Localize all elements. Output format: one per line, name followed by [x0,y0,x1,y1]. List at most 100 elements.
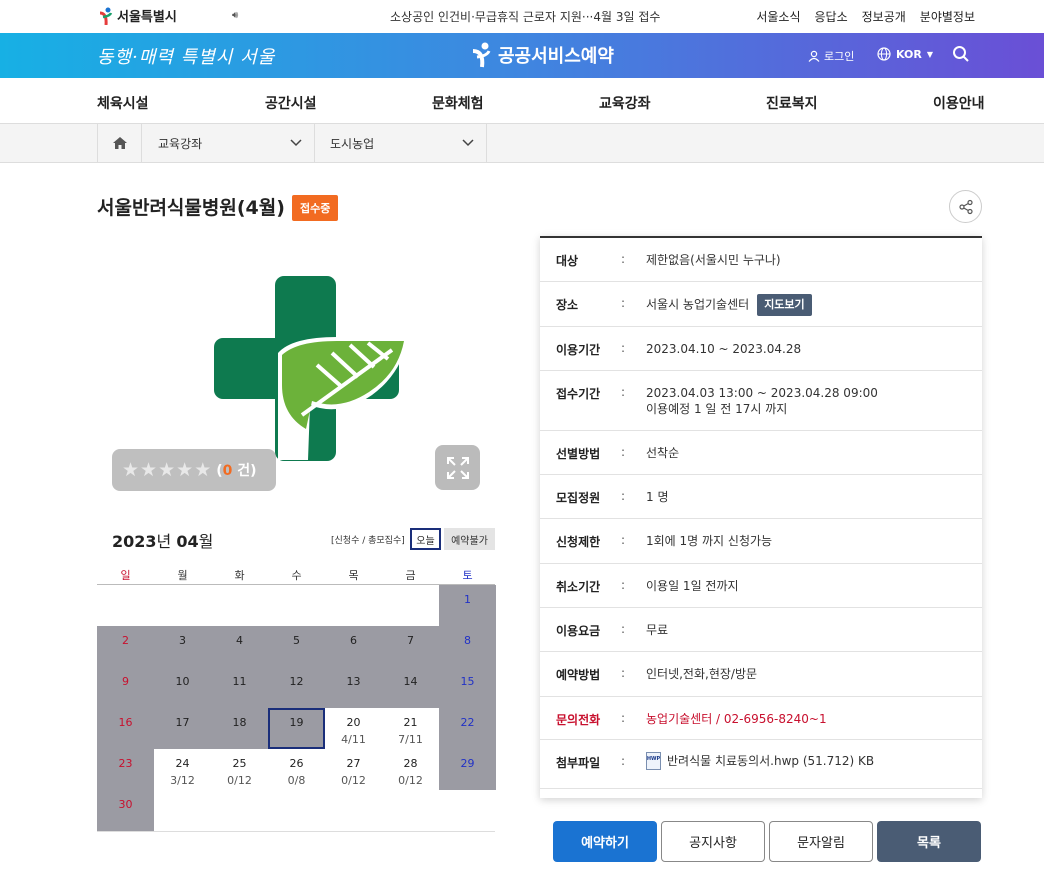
info-row-value: 이용일 1일 전까지 [646,578,739,594]
info-row-value-text: 반려식물 치료동의서.hwp (51.712) KB [667,754,875,768]
calendar-day-cell[interactable]: 25 0/12 [211,749,268,790]
link-info-disclosure[interactable]: 정보공개 [862,8,906,25]
calendar-day-cell: 13 [325,667,382,708]
calendar-day-number: 12 [289,675,304,688]
info-row-label: 접수기간 [556,387,601,401]
info-row-value-text: 이용일 1일 전까지 [646,579,739,593]
calendar-day-cell[interactable]: 26 0/8 [268,749,325,790]
calendar-day-number: 10 [175,675,190,688]
calendar-day-cell: 18 [211,708,268,749]
nav-space[interactable]: 공간시설 [265,93,317,113]
info-row-label: 이용기간 [556,343,601,357]
calendar-day-cell[interactable]: 27 0/12 [325,749,382,790]
info-row-separator: : [621,622,626,636]
brand-text: 공공서비스예약 [498,46,614,67]
info-row: 접수기간: 2023.04.03 13:00 ~ 2023.04.28 09:00… [540,371,982,431]
breadcrumb-select-category[interactable]: 교육강좌 [143,124,315,162]
globe-icon [877,47,891,61]
link-field-info[interactable]: 분야별정보 [920,8,975,25]
calendar-day-cell[interactable]: 28 0/12 [382,749,439,790]
calendar-day-cell[interactable]: 21 7/11 [382,708,439,749]
info-row-value: 인터넷,전화,현장/방문 [646,666,757,682]
map-view-button[interactable]: 지도보기 [757,294,812,316]
calendar-day-cell: 8 [439,626,496,667]
calendar-day-number: 4 [236,634,243,647]
calendar-day-cell: 3 [154,626,211,667]
info-row-label: 취소기간 [556,580,601,594]
info-row: 취소기간: 이용일 1일 전까지 [540,564,982,608]
breadcrumb-category-label: 교육강좌 [158,136,203,151]
info-row: 예약방법: 인터넷,전화,현장/방문 [540,652,982,697]
share-button[interactable] [949,190,982,223]
service-brand[interactable]: 공공서비스예약 [470,42,614,68]
info-row-label: 이용요금 [556,624,601,638]
slogan-text: 동행·매력 특별시 서울 [97,47,276,68]
calendar-day-cell[interactable]: 24 3/12 [154,749,211,790]
speaker-icon[interactable]: 🔊︎ [232,10,238,21]
calendar-day-number: 14 [403,675,418,688]
calendar-day-number: 5 [293,634,300,647]
reserve-button[interactable]: 예약하기 [553,821,657,862]
hwp-file-icon-label: HWP [646,756,661,762]
top-links: 서울소식 응답소 정보공개 분야별정보 [756,8,975,25]
calendar-day-number: 20 [346,716,361,729]
info-row-label: 예약방법 [556,668,601,682]
calendar-day-cell[interactable]: 20 4/11 [325,708,382,749]
breadcrumb-select-subcategory[interactable]: 도시농업 [315,124,487,162]
info-row: 장소: 서울시 농업기술센터 지도보기 [540,282,982,327]
login-label: 로그인 [824,50,855,63]
weekday-label: 목 [348,569,359,582]
calendar-day-cell: 5 [268,626,325,667]
calendar-bottom-divider [97,831,495,832]
calendar-day-cell: 9 [97,667,154,708]
weekday-label: 월 [177,569,188,582]
notice-button[interactable]: 공지사항 [661,821,765,862]
info-row: 모집정원: 1 명 [540,475,982,519]
link-seoul-news[interactable]: 서울소식 [756,8,800,25]
nav-culture[interactable]: 문화체험 [432,93,484,113]
nav-guide[interactable]: 이용안내 [933,93,985,113]
search-icon[interactable] [952,45,970,63]
home-button[interactable] [97,124,142,162]
calendar-day-number: 7 [407,634,414,647]
hwp-file-icon: HWP [646,752,661,770]
language-select[interactable]: KOR ▼ [877,47,933,61]
expand-image-button[interactable] [435,445,480,490]
calendar-day-cell: 17 [154,708,211,749]
login-button[interactable]: 로그인 [808,48,854,64]
info-row: 선별방법: 선착순 [540,431,982,475]
seoul-logo[interactable]: 서울특별시 [97,6,177,25]
link-eungdapso[interactable]: 응답소 [815,8,848,25]
info-row-value[interactable]: 농업기술센터 / 02-6956-8240~1 [646,711,827,727]
user-icon [808,50,820,62]
info-row-value: 무료 [646,622,668,638]
info-row-separator: : [621,533,626,547]
star-icon: ★ [158,458,176,481]
info-row-value[interactable]: HWP 반려식물 치료동의서.hwp (51.712) KB [646,752,874,770]
nav-medical[interactable]: 진료복지 [766,93,818,113]
nav-sports[interactable]: 체육시설 [97,93,149,113]
info-row-value-text: 무료 [646,623,669,637]
info-row-value: 서울시 농업기술센터 지도보기 [646,294,812,316]
weekday-label: 금 [405,569,416,582]
chevron-down-icon [462,139,474,147]
info-row: 이용기간: 2023.04.10 ~ 2023.04.28 [540,327,982,371]
info-row-label: 모집정원 [556,491,601,505]
sms-alert-button[interactable]: 문자알림 [769,821,873,862]
info-row-label: 신청제한 [556,535,601,549]
breadcrumb: 교육강좌 도시농업 [0,124,1044,163]
calendar-day-count: 0/8 [287,774,306,787]
nav-education[interactable]: 교육강좌 [599,93,651,113]
calendar-day-count: 0/12 [227,774,252,787]
info-row-label: 대상 [556,254,579,268]
calendar-today-button[interactable]: 오늘 [410,528,441,550]
calendar-day-number: 1 [464,593,471,606]
info-row-value: 2023.04.10 ~ 2023.04.28 [646,341,801,357]
rating-badge[interactable]: ★ ★ ★ ★ ★ (0 건) [112,449,276,491]
info-row-separator: : [621,578,626,592]
list-button[interactable]: 목록 [877,821,981,862]
notice-ticker[interactable]: 소상공인 인건비·무급휴직 근로자 지원···4월 3일 접수 [390,8,660,25]
calendar-day-cell: 19 [268,708,325,749]
star-icon: ★ [122,458,140,481]
star-icon: ★ [176,458,194,481]
